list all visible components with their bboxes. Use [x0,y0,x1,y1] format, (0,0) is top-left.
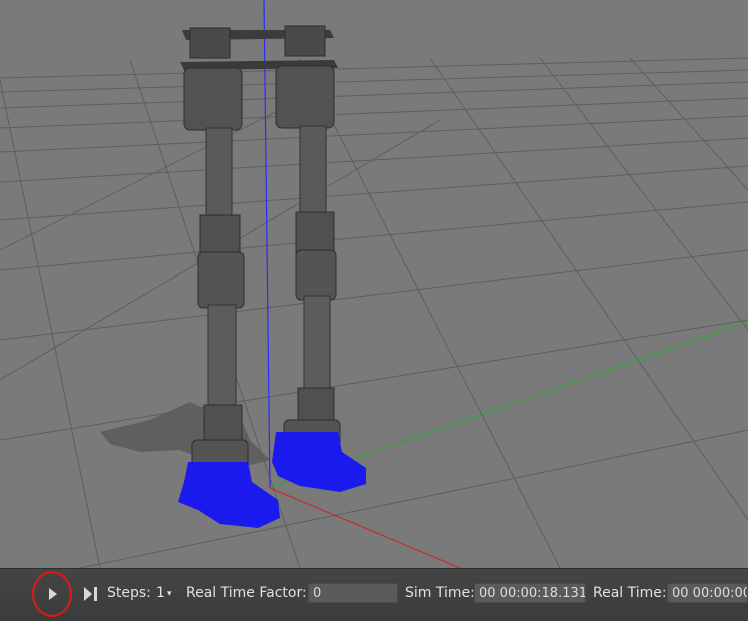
sim-time-label: Sim Time: [405,585,475,601]
rtf-label: Real Time Factor: [186,585,307,601]
real-time-field: 00 00:00:00 [667,583,748,603]
steps-value[interactable]: 1 [156,585,165,601]
real-time-label: Real Time: [593,585,667,601]
3d-viewport[interactable] [0,0,748,568]
simulation-toolbar: Steps: 1 ▾ Real Time Factor: 0 Sim Time:… [0,568,748,621]
ground-plane [0,0,748,568]
rtf-field: 0 [308,583,398,603]
step-forward-icon [84,587,97,601]
steps-dropdown-icon[interactable]: ▾ [167,589,172,599]
steps-label: Steps: [107,585,151,601]
sim-time-field: 00 00:00:18.131 [474,583,586,603]
play-button[interactable] [40,581,64,607]
play-icon [49,588,57,600]
step-button[interactable] [80,581,104,607]
